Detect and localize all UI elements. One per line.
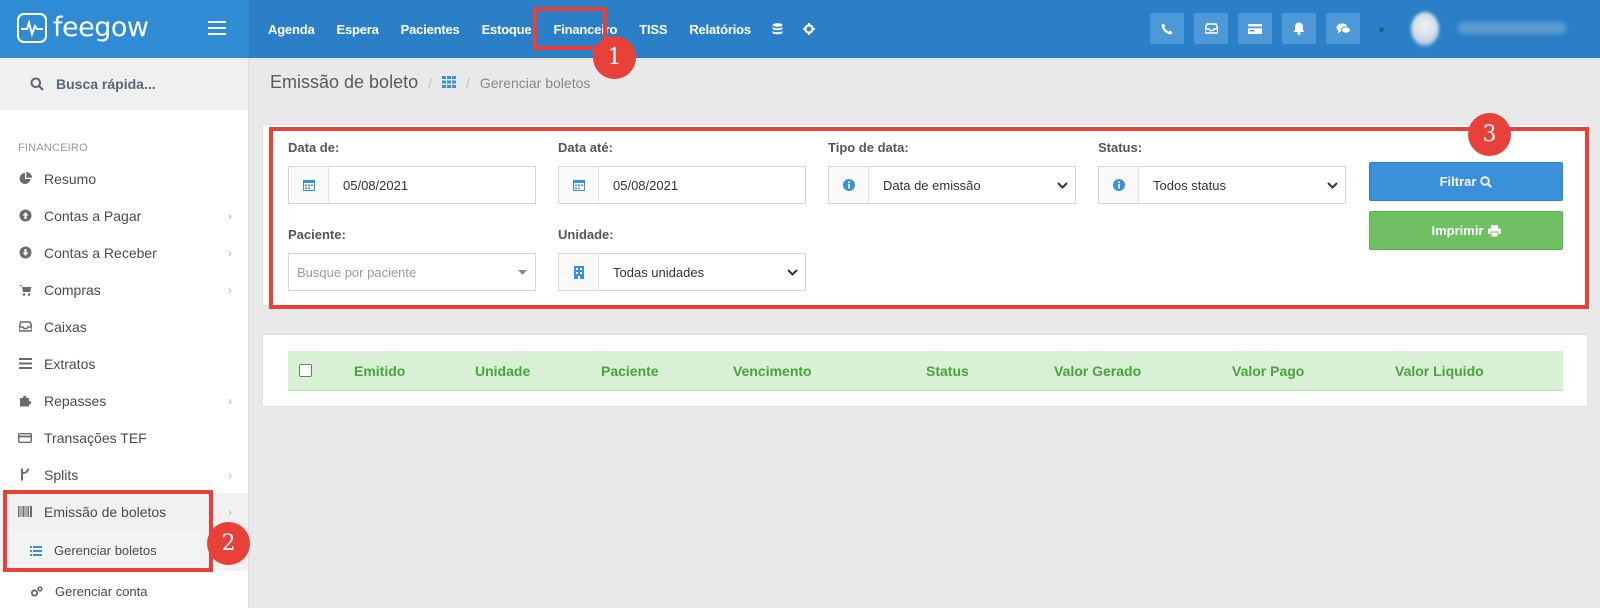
status-dot [1379,27,1384,32]
sidebar-item-label: Caixas [44,318,87,335]
column-header[interactable]: Unidade [475,363,530,379]
step-badge-1: 1 [593,36,636,79]
sidebar-item-compras[interactable]: Compras › [0,271,248,308]
sidebar-item-label: Repasses [44,392,107,409]
brand-name: feegow [53,12,149,43]
sidebar-item-label: Contas a Pagar [44,207,142,224]
sidebar-item-repasses[interactable]: Repasses › [0,382,248,419]
sidebar-section-label: FINANCEIRO [18,142,88,154]
sidebar-item-resumo[interactable]: Resumo [0,160,248,197]
search-icon [30,77,44,91]
puzzle-icon [18,394,32,408]
top-bar: feegow Agenda Espera Pacientes Estoque F… [0,0,1600,58]
gear-icon[interactable] [802,23,815,35]
phone-icon[interactable] [1150,13,1184,44]
pie-chart-icon [18,172,32,186]
column-header[interactable]: Valor Pago [1232,363,1304,379]
sidebar-item-transacoes-tef[interactable]: Transações TEF [0,419,248,456]
quick-search[interactable]: Busca rápida... [0,58,248,110]
quick-search-label: Busca rápida... [56,76,156,92]
column-header[interactable]: Paciente [601,363,659,379]
sidebar-item-label: Compras [44,281,101,298]
boletos-table: Emitido Unidade Paciente Vencimento Stat… [262,334,1588,407]
user-name-blurred[interactable] [1458,22,1566,34]
sidebar-item-label: Splits [44,466,79,483]
cart-icon [18,283,32,297]
feegow-logo[interactable]: feegow [17,12,149,43]
step-badge-2: 2 [207,522,250,565]
chevron-right-icon: › [228,209,232,223]
nav-estoque[interactable]: Estoque [482,22,532,37]
grid-icon[interactable] [441,75,456,91]
fork-icon [18,468,32,482]
chevron-right-icon: › [228,394,232,408]
chevron-right-icon: › [228,246,232,260]
nav-espera[interactable]: Espera [336,22,378,37]
arrow-down-circle-icon [18,246,32,260]
sidebar-item-label: Contas a Receber [44,244,157,261]
column-header[interactable]: Valor Gerado [1054,363,1141,379]
breadcrumb-separator: / [465,74,470,91]
sidebar-item-label: Extratos [44,355,96,372]
arrow-up-circle-icon [18,209,32,223]
sidebar-item-label: Resumo [44,170,97,187]
breadcrumb: Emissão de boleto / / Gerenciar boletos [270,72,590,93]
sidebar-item-splits[interactable]: Splits › [0,456,248,493]
avatar[interactable] [1411,12,1439,46]
inbox-icon[interactable] [1194,13,1228,44]
breadcrumb-link[interactable]: Gerenciar boletos [480,75,591,91]
database-icon[interactable] [772,23,783,35]
highlight-box-financeiro [533,7,607,50]
column-header[interactable]: Valor Liquido [1395,363,1484,379]
nav-tiss[interactable]: TISS [639,22,667,37]
column-header[interactable]: Status [926,363,969,379]
sidebar-item-caixas[interactable]: Caixas [0,308,248,345]
credit-card-icon [18,431,32,445]
breadcrumb-separator: / [428,74,432,91]
sidebar-item-contas-a-pagar[interactable]: Contas a Pagar › [0,197,248,234]
pulse-logo-icon [17,12,47,43]
top-actions [1150,13,1370,44]
sidebar-subitem-label: Gerenciar conta [55,584,148,599]
menu-toggle-icon[interactable] [208,21,226,35]
table-header: Emitido Unidade Paciente Vencimento Stat… [288,351,1563,391]
sidebar-item-label: Transações TEF [44,429,147,446]
highlight-box-filters [269,127,1589,309]
chevron-right-icon: › [228,468,232,482]
bell-icon[interactable] [1282,13,1316,44]
chevron-right-icon: › [228,283,232,297]
brand-area: feegow [0,0,249,58]
chevron-right-icon: › [228,505,232,519]
sidebar-item-contas-a-receber[interactable]: Contas a Receber › [0,234,248,271]
nav-agenda[interactable]: Agenda [268,22,315,37]
cogs-icon [30,585,43,598]
inbox-icon [18,320,32,334]
sidebar-subitem-gerenciar-conta[interactable]: Gerenciar conta [0,571,248,608]
nav-pacientes[interactable]: Pacientes [401,22,460,37]
nav-relatorios[interactable]: Relatórios [689,22,751,37]
column-header[interactable]: Emitido [354,363,405,379]
column-header[interactable]: Vencimento [733,363,812,379]
page-title: Emissão de boleto [270,72,419,92]
card-icon[interactable] [1238,13,1272,44]
highlight-box-boletos [3,490,213,572]
step-badge-3: 3 [1468,113,1511,156]
list-icon [18,357,32,371]
chat-icon[interactable] [1326,13,1360,44]
sidebar-item-extratos[interactable]: Extratos [0,345,248,382]
select-all-checkbox[interactable] [299,364,312,377]
